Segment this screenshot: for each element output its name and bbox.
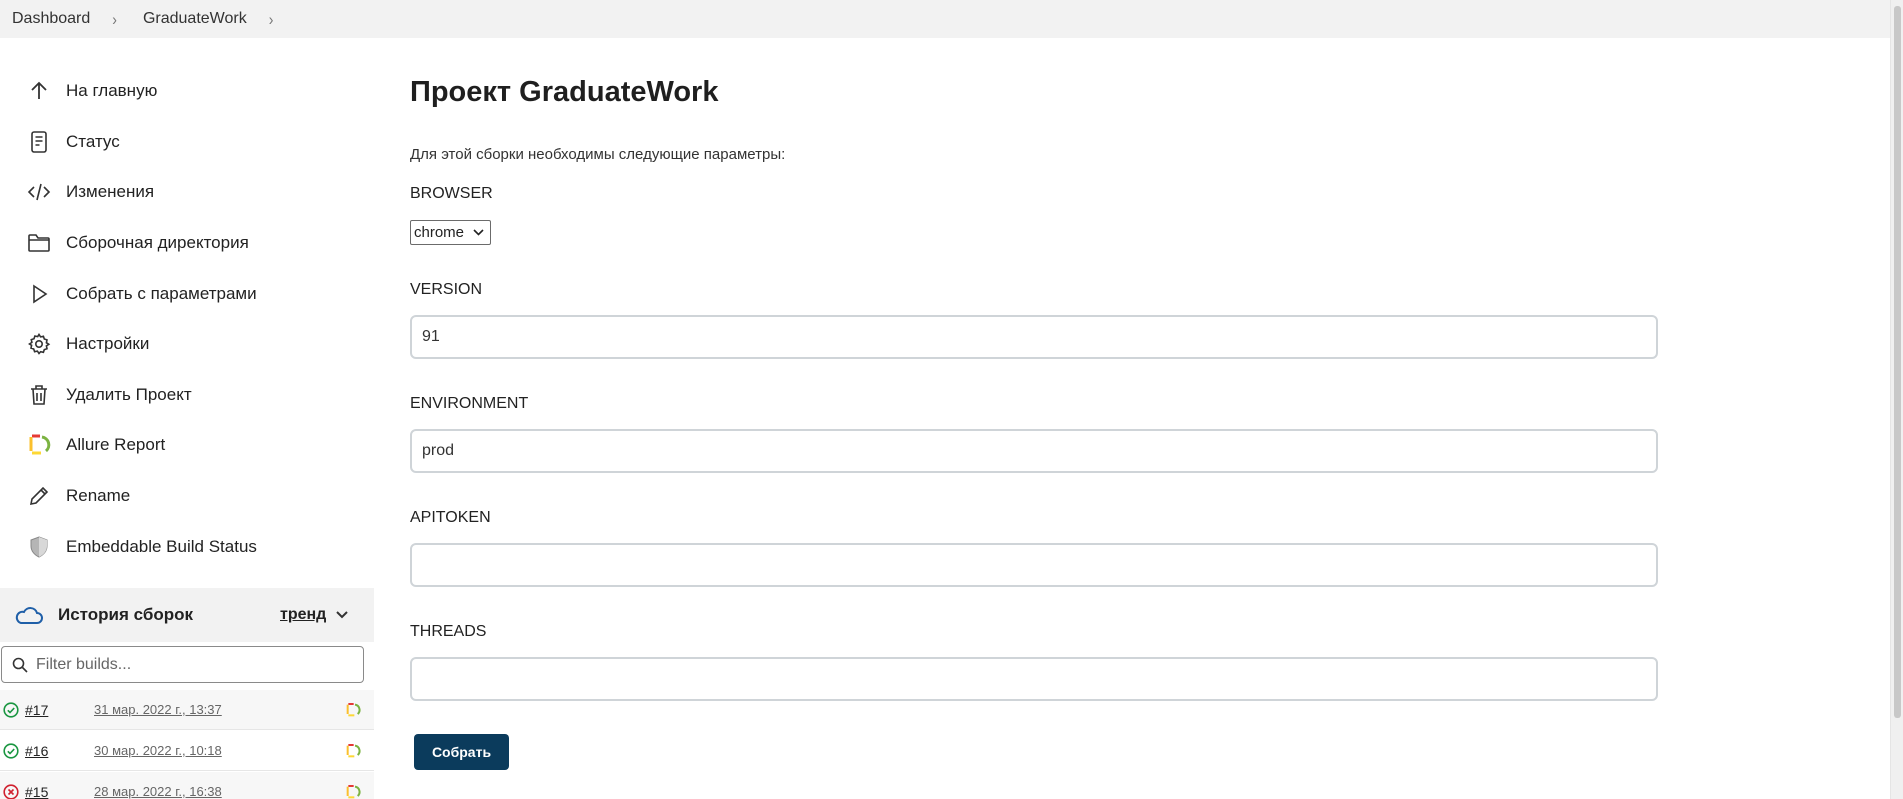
browser-select-value: chrome xyxy=(414,224,465,241)
threads-field[interactable] xyxy=(410,657,1658,701)
pencil-icon xyxy=(26,483,52,509)
sidebar-item-status[interactable]: Статус xyxy=(26,122,120,162)
build-submit-button[interactable]: Собрать xyxy=(414,734,509,770)
build-number-link[interactable]: #16 xyxy=(25,743,48,759)
cloud-icon xyxy=(15,607,43,624)
breadcrumb-dashboard[interactable]: Dashboard xyxy=(12,10,90,28)
version-label: VERSION xyxy=(410,281,483,298)
trend-link[interactable]: тренд xyxy=(280,606,326,624)
scrollbar-thumb[interactable] xyxy=(1894,6,1901,718)
build-row: #15 28 мар. 2022 г., 16:38 xyxy=(0,772,374,799)
browser-label: BROWSER xyxy=(410,185,493,202)
build-date-link[interactable]: 28 мар. 2022 г., 16:38 xyxy=(94,784,222,799)
allure-icon xyxy=(26,432,52,458)
sidebar-item-label: Настройки xyxy=(66,334,150,353)
breadcrumb-separator-icon[interactable]: › xyxy=(112,9,117,28)
build-number-link[interactable]: #17 xyxy=(25,702,48,718)
breadcrumb: Dashboard › GraduateWork › xyxy=(0,0,1890,38)
sidebar-item-label: Embeddable Build Status xyxy=(66,537,257,556)
sidebar-item-label: Статус xyxy=(66,132,120,151)
sidebar-item-allure-report[interactable]: Allure Report xyxy=(26,425,165,465)
sidebar-item-label: На главную xyxy=(66,81,158,100)
failure-icon xyxy=(3,783,19,799)
sidebar-item-rename[interactable]: Rename xyxy=(26,476,130,516)
sidebar: На главную Статус Изменения Сборочная ди… xyxy=(0,38,374,799)
sidebar-item-label: Rename xyxy=(66,486,131,505)
environment-label: ENVIRONMENT xyxy=(410,395,529,412)
build-row: #16 30 мар. 2022 г., 10:18 xyxy=(0,731,374,771)
page-title: Проект GraduateWork xyxy=(410,76,719,108)
sidebar-item-embeddable-build-status[interactable]: Embeddable Build Status xyxy=(26,527,257,567)
search-icon xyxy=(12,657,28,673)
sidebar-item-changes[interactable]: Изменения xyxy=(26,172,154,212)
filter-builds-box xyxy=(1,646,364,683)
code-icon xyxy=(26,179,52,205)
gear-icon xyxy=(26,331,52,357)
allure-icon[interactable] xyxy=(345,743,361,759)
allure-icon[interactable] xyxy=(345,784,361,799)
success-icon xyxy=(3,701,19,718)
page-scrollbar[interactable] xyxy=(1890,0,1903,799)
apitoken-field[interactable] xyxy=(410,543,1658,587)
sidebar-item-label: Изменения xyxy=(66,182,155,201)
build-row: #17 31 мар. 2022 г., 13:37 xyxy=(0,690,374,730)
chevron-down-icon[interactable] xyxy=(333,606,351,624)
sidebar-item-label: Сборочная директория xyxy=(66,233,249,252)
sidebar-item-workspace[interactable]: Сборочная директория xyxy=(26,223,249,263)
apitoken-label: APITOKEN xyxy=(410,509,491,526)
sidebar-item-label: Удалить Проект xyxy=(66,385,192,404)
params-description: Для этой сборки необходимы следующие пар… xyxy=(410,146,786,163)
breadcrumb-graduatework[interactable]: GraduateWork xyxy=(143,10,247,28)
build-number-link[interactable]: #15 xyxy=(25,784,48,799)
environment-field[interactable] xyxy=(410,429,1658,473)
trash-icon xyxy=(26,382,52,408)
build-date-link[interactable]: 30 мар. 2022 г., 10:18 xyxy=(94,743,222,758)
threads-label: THREADS xyxy=(410,623,487,640)
sidebar-item-label: Собрать с параметрами xyxy=(66,284,257,303)
filter-builds-input[interactable] xyxy=(36,655,356,674)
play-icon xyxy=(26,281,52,307)
sidebar-item-home[interactable]: На главную xyxy=(26,71,157,111)
browser-select[interactable]: chrome xyxy=(410,220,491,245)
allure-icon[interactable] xyxy=(345,702,361,718)
document-icon xyxy=(26,129,52,155)
sidebar-item-settings[interactable]: Настройки xyxy=(26,324,149,364)
breadcrumb-separator-icon[interactable]: › xyxy=(269,9,274,28)
folder-icon xyxy=(26,230,52,256)
build-date-link[interactable]: 31 мар. 2022 г., 13:37 xyxy=(94,702,222,717)
arrow-up-icon xyxy=(26,78,52,104)
sidebar-item-build-with-params[interactable]: Собрать с параметрами xyxy=(26,274,257,314)
version-field[interactable] xyxy=(410,315,1658,359)
shield-icon xyxy=(26,534,52,560)
build-history-title: История сборок xyxy=(58,605,194,624)
chevron-down-icon xyxy=(473,229,484,236)
build-history-header: История сборок тренд xyxy=(0,588,374,642)
success-icon xyxy=(3,742,19,759)
sidebar-item-delete-project[interactable]: Удалить Проект xyxy=(26,375,192,415)
sidebar-item-label: Allure Report xyxy=(66,435,166,454)
